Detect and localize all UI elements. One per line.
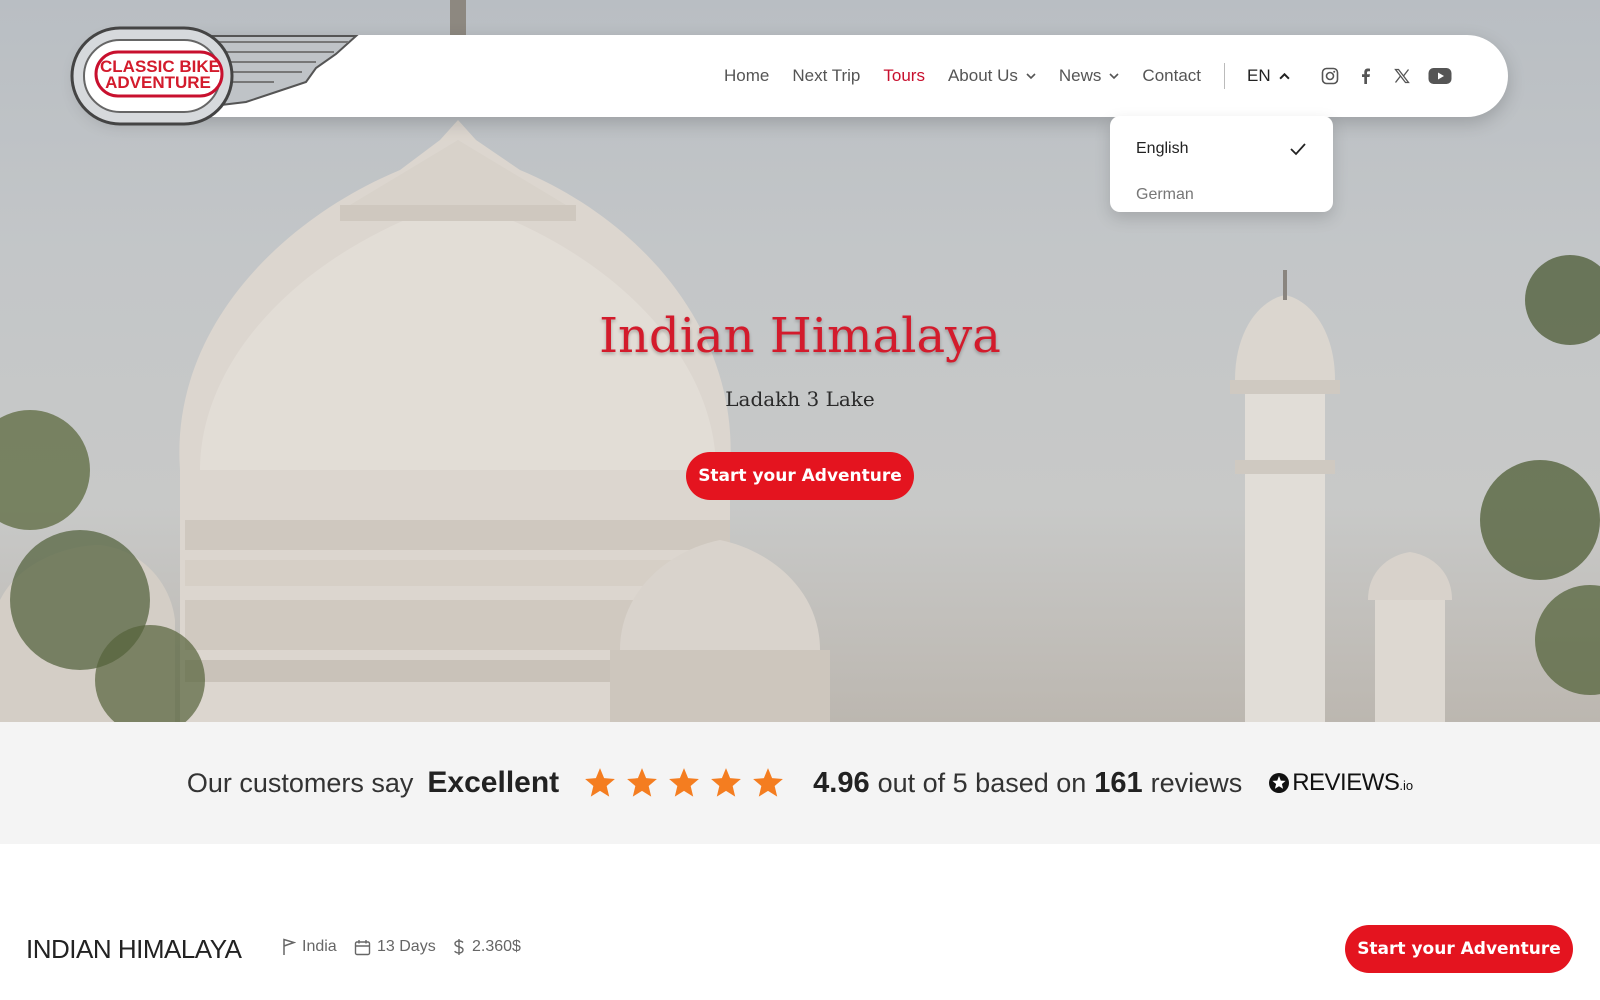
brand-logo[interactable]: CLASSIC BIKE ADVENTURE (66, 20, 362, 132)
reviews-stars (583, 766, 793, 800)
reviews-rating-word: Excellent (427, 766, 560, 799)
language-option-label: English (1136, 140, 1189, 157)
tour-title: INDIAN HIMALAYA (26, 934, 242, 964)
reviews-score: 4.96 (813, 766, 870, 799)
youtube-icon[interactable] (1428, 66, 1452, 86)
nav-news-label: News (1058, 66, 1102, 85)
star-icon (627, 768, 658, 797)
hero-start-adventure-button[interactable]: Start your Adventure (686, 452, 914, 500)
chevron-down-icon (1026, 73, 1036, 80)
nav-about-us[interactable]: About Us (948, 66, 1036, 86)
reviews-io-logo[interactable]: REVIEWS .io (1268, 769, 1413, 797)
language-option-english[interactable]: English (1110, 126, 1333, 172)
tour-country: India (282, 938, 337, 956)
language-option-label: German (1136, 186, 1194, 203)
reviews-summary-bar: Our customers say Excellent 4.96 out of … (0, 722, 1600, 844)
calendar-icon (354, 939, 371, 955)
star-icon (585, 768, 616, 797)
reviews-io-text: REVIEWS (1292, 769, 1400, 796)
dollar-icon (454, 939, 464, 955)
hero-subtitle: Ladakh 3 Lake (725, 387, 875, 411)
nav-home[interactable]: Home (724, 66, 769, 86)
star-icon (711, 768, 742, 797)
nav-tours[interactable]: Tours (883, 66, 925, 86)
tour-country-text: India (302, 938, 337, 955)
tour-start-adventure-button[interactable]: Start your Adventure (1345, 925, 1573, 973)
main-nav: Home Next Trip Tours About Us News Conta… (724, 62, 1452, 90)
nav-news[interactable]: News (1059, 66, 1120, 86)
checkmark-icon (1290, 143, 1306, 156)
reviews-intro-text: Our customers say (186, 767, 414, 798)
instagram-icon[interactable] (1320, 66, 1340, 86)
hero-title: Indian Himalaya (599, 308, 1001, 364)
star-icon (669, 768, 700, 797)
chevron-up-icon (1279, 72, 1290, 79)
logo-mark: CLASSIC BIKE ADVENTURE (70, 26, 359, 126)
star-icon (753, 768, 784, 797)
nav-next-trip[interactable]: Next Trip (792, 66, 860, 86)
language-option-german[interactable]: German (1110, 172, 1333, 218)
reviews-count: 161 (1094, 766, 1143, 799)
tour-duration: 13 Days (354, 938, 436, 956)
language-dropdown-menu: English German (1110, 116, 1333, 212)
nav-about-us-label: About Us (947, 66, 1018, 85)
language-switcher[interactable]: EN (1247, 66, 1290, 86)
flag-icon (283, 938, 296, 955)
facebook-icon[interactable] (1356, 66, 1376, 86)
logo-text-line2: ADVENTURE (105, 73, 211, 92)
reviews-out-of-text: out of 5 based on (877, 767, 1087, 798)
nav-contact[interactable]: Contact (1142, 66, 1201, 86)
reviews-count-word: reviews (1150, 767, 1243, 798)
chevron-down-icon (1109, 73, 1119, 80)
tour-duration-text: 13 Days (377, 938, 436, 955)
language-current: EN (1247, 66, 1271, 85)
reviews-io-star-icon (1269, 773, 1290, 793)
tour-price: 2.360$ (452, 938, 521, 956)
nav-divider (1224, 63, 1226, 89)
x-twitter-icon[interactable] (1392, 66, 1412, 86)
reviews-io-suffix: .io (1399, 778, 1414, 793)
tour-price-text: 2.360$ (472, 938, 521, 955)
